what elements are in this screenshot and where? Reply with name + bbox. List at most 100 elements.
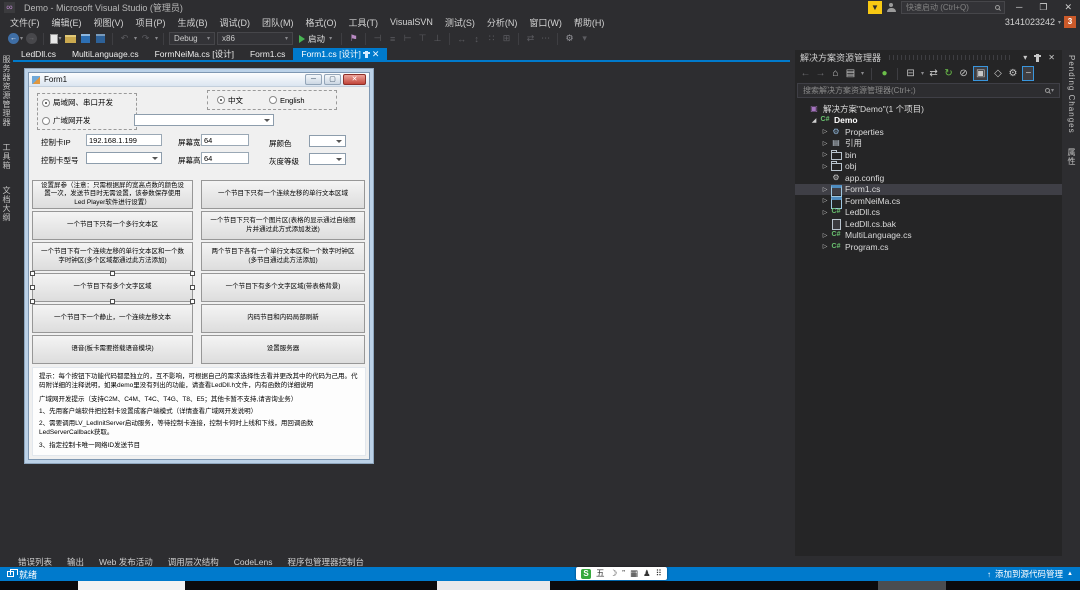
navigate-back-icon[interactable] bbox=[8, 33, 19, 44]
expand-arrow-icon[interactable]: ▷ bbox=[820, 140, 830, 147]
form-minimize-button[interactable] bbox=[305, 74, 322, 85]
horizontal-spacing-icon[interactable] bbox=[524, 32, 537, 46]
account-id[interactable]: 3141023242 bbox=[1005, 17, 1055, 27]
demo-button[interactable]: 一个节目下一个静止，一个连续左移文本 bbox=[32, 304, 193, 333]
gray-level-combo[interactable] bbox=[309, 153, 346, 165]
fullwidth-moon-icon[interactable] bbox=[610, 567, 618, 580]
menu-item[interactable]: 分析(N) bbox=[481, 16, 524, 29]
demo-button[interactable]: 内码节目和内码局部刷新 bbox=[201, 304, 365, 333]
align-lefts-icon[interactable] bbox=[371, 32, 384, 46]
tree-row[interactable]: ▷ Form1.cs bbox=[795, 184, 1062, 196]
quick-launch-box[interactable]: 快速启动 (Ctrl+Q) bbox=[901, 1, 1005, 14]
menu-item[interactable]: 窗口(W) bbox=[523, 16, 568, 29]
tree-row[interactable]: ▷ MultiLanguage.cs bbox=[795, 230, 1062, 242]
new-item-icon[interactable] bbox=[50, 34, 58, 44]
bottom-panel-tab[interactable]: 错误列表 bbox=[18, 556, 52, 568]
emoji-panel-icon[interactable] bbox=[630, 567, 638, 580]
ip-input[interactable]: 192.168.1.199 bbox=[86, 134, 162, 146]
menu-item[interactable]: 编辑(E) bbox=[46, 16, 88, 29]
tree-row[interactable]: ▷ Program.cs bbox=[795, 241, 1062, 253]
tree-row[interactable]: LedDll.cs.bak bbox=[795, 218, 1062, 230]
se-back-icon[interactable] bbox=[800, 67, 811, 80]
left-rail-tab[interactable]: 文档大纲 bbox=[1, 186, 12, 222]
card-model-combo[interactable] bbox=[86, 152, 162, 164]
expand-arrow-icon[interactable]: ▷ bbox=[820, 243, 830, 250]
bottom-panel-tab[interactable]: 调用层次结构 bbox=[168, 556, 219, 568]
bottom-panel-tab[interactable]: Web 发布活动 bbox=[99, 556, 153, 568]
menu-item[interactable]: 生成(B) bbox=[172, 16, 214, 29]
wubi-mode-icon[interactable]: 五 bbox=[596, 567, 605, 580]
make-same-width-icon[interactable] bbox=[455, 32, 468, 46]
se-collapse-all-icon[interactable] bbox=[905, 67, 916, 80]
person-icon[interactable] bbox=[887, 3, 896, 12]
demo-button[interactable]: 一个节目下只有一个连续左移的单行文本区域 bbox=[201, 180, 365, 209]
align-rights-icon[interactable] bbox=[401, 32, 414, 46]
redo-icon[interactable] bbox=[139, 32, 152, 46]
sogou-input-icon[interactable]: S bbox=[581, 569, 591, 579]
pin-tab-icon[interactable] bbox=[365, 51, 368, 58]
radio-option[interactable]: English bbox=[269, 96, 305, 105]
menu-item[interactable]: 工具(T) bbox=[343, 16, 385, 29]
redo-dropdown-icon[interactable] bbox=[155, 35, 158, 42]
start-debug-button[interactable]: 启动 bbox=[295, 33, 336, 45]
se-home-icon[interactable] bbox=[830, 67, 841, 80]
source-control-button[interactable]: 添加到源代码管理 bbox=[987, 568, 1073, 580]
menu-item[interactable]: 调试(D) bbox=[214, 16, 257, 29]
undo-dropdown-icon[interactable] bbox=[134, 35, 137, 42]
expand-arrow-icon[interactable]: ▷ bbox=[820, 232, 830, 239]
find-in-files-icon[interactable] bbox=[347, 32, 360, 46]
document-tab[interactable]: Form1.cs [设计] bbox=[293, 48, 387, 60]
save-icon[interactable] bbox=[81, 34, 90, 43]
se-pending-changes-filter-icon[interactable] bbox=[928, 67, 939, 80]
tree-row[interactable]: ▷ LedDll.cs bbox=[795, 207, 1062, 219]
screen-width-input[interactable]: 64 bbox=[201, 134, 249, 146]
navigate-forward-icon[interactable] bbox=[26, 33, 37, 44]
expand-arrow-icon[interactable]: ▷ bbox=[820, 209, 830, 216]
se-nest-icon[interactable] bbox=[958, 67, 969, 80]
back-dropdown-icon[interactable] bbox=[20, 35, 23, 42]
se-sync-icon[interactable] bbox=[879, 67, 890, 80]
notification-badge[interactable]: 3 bbox=[1064, 16, 1076, 28]
tree-row[interactable]: ◢ Demo bbox=[795, 115, 1062, 127]
tree-row[interactable]: app.config bbox=[795, 172, 1062, 184]
left-rail-tab[interactable]: 工具箱 bbox=[1, 143, 12, 170]
windows-taskbar[interactable] bbox=[0, 581, 1080, 590]
align-tops-icon[interactable] bbox=[416, 32, 429, 46]
right-rail-tab[interactable]: Pending Changes bbox=[1067, 55, 1076, 134]
expand-arrow-icon[interactable]: ▷ bbox=[820, 163, 830, 170]
menu-item[interactable]: 视图(V) bbox=[88, 16, 130, 29]
tree-row[interactable]: ▷ bin bbox=[795, 149, 1062, 161]
search-options-icon[interactable] bbox=[1051, 87, 1054, 94]
expand-arrow-icon[interactable]: ▷ bbox=[820, 197, 830, 204]
radio-option[interactable]: 中文 bbox=[217, 95, 243, 106]
ime-toolbar[interactable]: S 五 bbox=[576, 567, 667, 580]
skin-icon[interactable] bbox=[643, 567, 651, 580]
document-tab[interactable]: FormNeiMa.cs [设计] bbox=[147, 48, 242, 60]
close-tab-icon[interactable] bbox=[372, 50, 380, 59]
bottom-panel-tab[interactable]: 程序包管理器控制台 bbox=[288, 556, 365, 568]
make-same-height-icon[interactable] bbox=[470, 32, 483, 46]
form-maximize-button[interactable] bbox=[324, 74, 341, 85]
account-dropdown-icon[interactable] bbox=[1058, 19, 1061, 26]
solution-explorer-header[interactable]: 解决方案资源管理器 bbox=[795, 50, 1062, 65]
language-combo[interactable] bbox=[134, 114, 274, 126]
demo-button[interactable]: 语音(板卡需要搭载语音模块) bbox=[32, 335, 193, 364]
format-tools-icon[interactable] bbox=[563, 32, 576, 46]
tree-row[interactable]: ▷ Properties bbox=[795, 126, 1062, 138]
document-tab[interactable]: LedDll.cs bbox=[13, 48, 64, 60]
left-rail-tab[interactable]: 服务器资源管理器 bbox=[1, 55, 12, 127]
feedback-flag-icon[interactable] bbox=[868, 1, 882, 14]
demo-button[interactable]: 一个节目下有多个文字区域 bbox=[32, 273, 193, 302]
demo-button[interactable]: 一个节目下只有一个图片区(表格的显示通过自绘图片并通过此方式添加发送) bbox=[201, 211, 365, 240]
ime-menu-icon[interactable] bbox=[656, 567, 662, 580]
screen-height-input[interactable]: 64 bbox=[201, 152, 249, 164]
right-rail-tab[interactable]: 属性 bbox=[1066, 148, 1077, 166]
size-to-grid-icon[interactable] bbox=[500, 32, 513, 46]
align-centers-icon[interactable] bbox=[386, 32, 399, 46]
demo-button[interactable]: 一个节目下有多个文字区域(带表格背景) bbox=[201, 273, 365, 302]
menu-item[interactable]: 文件(F) bbox=[4, 16, 46, 29]
demo-button[interactable]: 一个节目下只有一个多行文本区 bbox=[32, 211, 193, 240]
expand-arrow-icon[interactable]: ▷ bbox=[820, 128, 830, 135]
pin-panel-icon[interactable] bbox=[1036, 54, 1039, 62]
restore-button[interactable] bbox=[1033, 1, 1053, 14]
